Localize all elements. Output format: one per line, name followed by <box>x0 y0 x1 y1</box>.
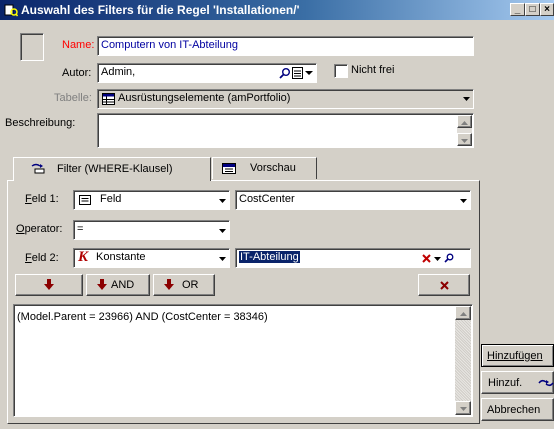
chevron-down-icon <box>219 199 226 203</box>
chevron-down-icon <box>219 229 226 233</box>
minimize-button[interactable]: _ <box>510 3 525 16</box>
table-icon <box>102 93 115 105</box>
operator-label: Operator: <box>16 223 63 235</box>
filter-icon <box>31 163 45 174</box>
tab-vorschau[interactable]: Vorschau <box>212 157 317 179</box>
feld1-value: CostCenter <box>239 193 295 205</box>
scroll-down-button[interactable] <box>455 401 471 415</box>
arrow-down-icon <box>44 279 54 290</box>
chevron-down-icon <box>219 257 226 261</box>
scroll-down-button[interactable] <box>457 133 472 146</box>
add-arrow-icon <box>538 379 554 387</box>
operator-value: = <box>77 223 84 235</box>
name-value: Computern von IT-Abteilung <box>101 39 238 51</box>
field-icon <box>79 195 91 205</box>
clause-scrollbar[interactable] <box>455 306 471 415</box>
arrow-down-icon <box>97 279 107 290</box>
operator-dropdown[interactable]: = <box>73 220 230 240</box>
where-clause-text: (Model.Parent = 23966) AND (CostCenter =… <box>17 311 268 323</box>
chevron-down-icon[interactable] <box>434 257 441 261</box>
scroll-up-button[interactable] <box>457 115 472 128</box>
name-label: Name: <box>62 39 95 51</box>
name-field[interactable]: Computern von IT-Abteilung <box>97 36 474 56</box>
feld1-value-dropdown[interactable]: CostCenter <box>235 190 471 210</box>
feld1-type-dropdown[interactable]: Feld <box>73 190 230 210</box>
app-icon <box>4 4 18 17</box>
chevron-down-icon <box>463 97 470 101</box>
tab-vorschau-label: Vorschau <box>250 162 296 174</box>
arrow-down-icon <box>459 407 467 411</box>
filter-dialog-window: Auswahl des Filters für die Regel 'Insta… <box>0 0 554 429</box>
where-clause-textarea[interactable]: (Model.Parent = 23966) AND (CostCenter =… <box>13 304 473 417</box>
filter-panel: Feld 1: Feld CostCenter Operator: = Feld… <box>7 180 480 424</box>
autor-label: Autor: <box>62 67 92 79</box>
or-label: OR <box>182 279 199 291</box>
and-button[interactable]: AND <box>86 274 150 296</box>
feld2-value: IT-Abteilung <box>239 251 300 263</box>
tabelle-dropdown[interactable]: Ausrüstungselemente (amPortfolio) <box>97 89 474 109</box>
arrow-up-icon <box>461 121 468 125</box>
arrow-up-icon <box>459 312 467 316</box>
search-icon[interactable] <box>444 253 454 263</box>
chevron-down-icon <box>460 199 467 203</box>
constant-icon: K <box>78 249 89 265</box>
insert-button[interactable] <box>15 274 83 296</box>
tabelle-value: Ausrüstungselemente (amPortfolio) <box>118 92 291 104</box>
abbrechen-button[interactable]: Abbrechen <box>481 398 554 421</box>
hinzufuegen-button[interactable]: Hinzufügen <box>481 344 554 367</box>
hinzufuegen-label: Hinzufügen <box>487 350 543 362</box>
clear-icon[interactable] <box>422 254 431 263</box>
beschreibung-label: Beschreibung: <box>5 117 76 129</box>
feld2-type-value: Konstante <box>96 251 146 263</box>
scroll-up-button[interactable] <box>455 306 471 320</box>
chevron-down-icon[interactable] <box>305 71 313 76</box>
hinzuf-button[interactable]: Hinzuf. <box>481 371 554 394</box>
feld2-type-dropdown[interactable]: K Konstante <box>73 248 230 268</box>
feld1-label: Feld 1: <box>25 193 59 205</box>
or-button[interactable]: OR <box>153 274 215 296</box>
arrow-down-icon <box>164 279 174 290</box>
search-icon[interactable] <box>279 67 291 79</box>
beschreibung-textarea[interactable] <box>97 113 474 148</box>
record-image-box[interactable] <box>20 33 44 61</box>
title-bar[interactable]: Auswahl des Filters für die Regel 'Insta… <box>0 0 554 20</box>
abbrechen-label: Abbrechen <box>487 404 541 416</box>
delete-clause-button[interactable] <box>418 274 470 296</box>
description-scrollbar[interactable] <box>457 115 472 146</box>
detail-icon[interactable] <box>292 67 303 79</box>
nicht-frei-checkbox[interactable] <box>334 64 348 78</box>
tab-filter-label: Filter (WHERE-Klausel) <box>57 163 173 175</box>
maximize-button[interactable]: □ <box>525 3 540 16</box>
close-icon <box>439 281 449 290</box>
autor-value: Admin, <box>101 66 136 78</box>
hinzuf-label: Hinzuf. <box>488 377 523 389</box>
close-button[interactable]: × <box>540 3 554 16</box>
and-label: AND <box>111 279 135 291</box>
nicht-frei-label: Nicht frei <box>351 64 395 76</box>
window-title: Auswahl des Filters für die Regel 'Insta… <box>21 3 300 17</box>
arrow-down-icon <box>461 139 468 143</box>
feld1-type-value: Feld <box>100 193 122 205</box>
feld2-value-field[interactable]: IT-Abteilung <box>235 248 471 268</box>
preview-icon <box>222 163 236 174</box>
tabelle-label: Tabelle: <box>54 92 92 104</box>
feld2-label: Feld 2: <box>25 252 59 264</box>
autor-field[interactable]: Admin, <box>97 63 317 83</box>
tab-filter[interactable]: Filter (WHERE-Klausel) <box>13 157 211 181</box>
